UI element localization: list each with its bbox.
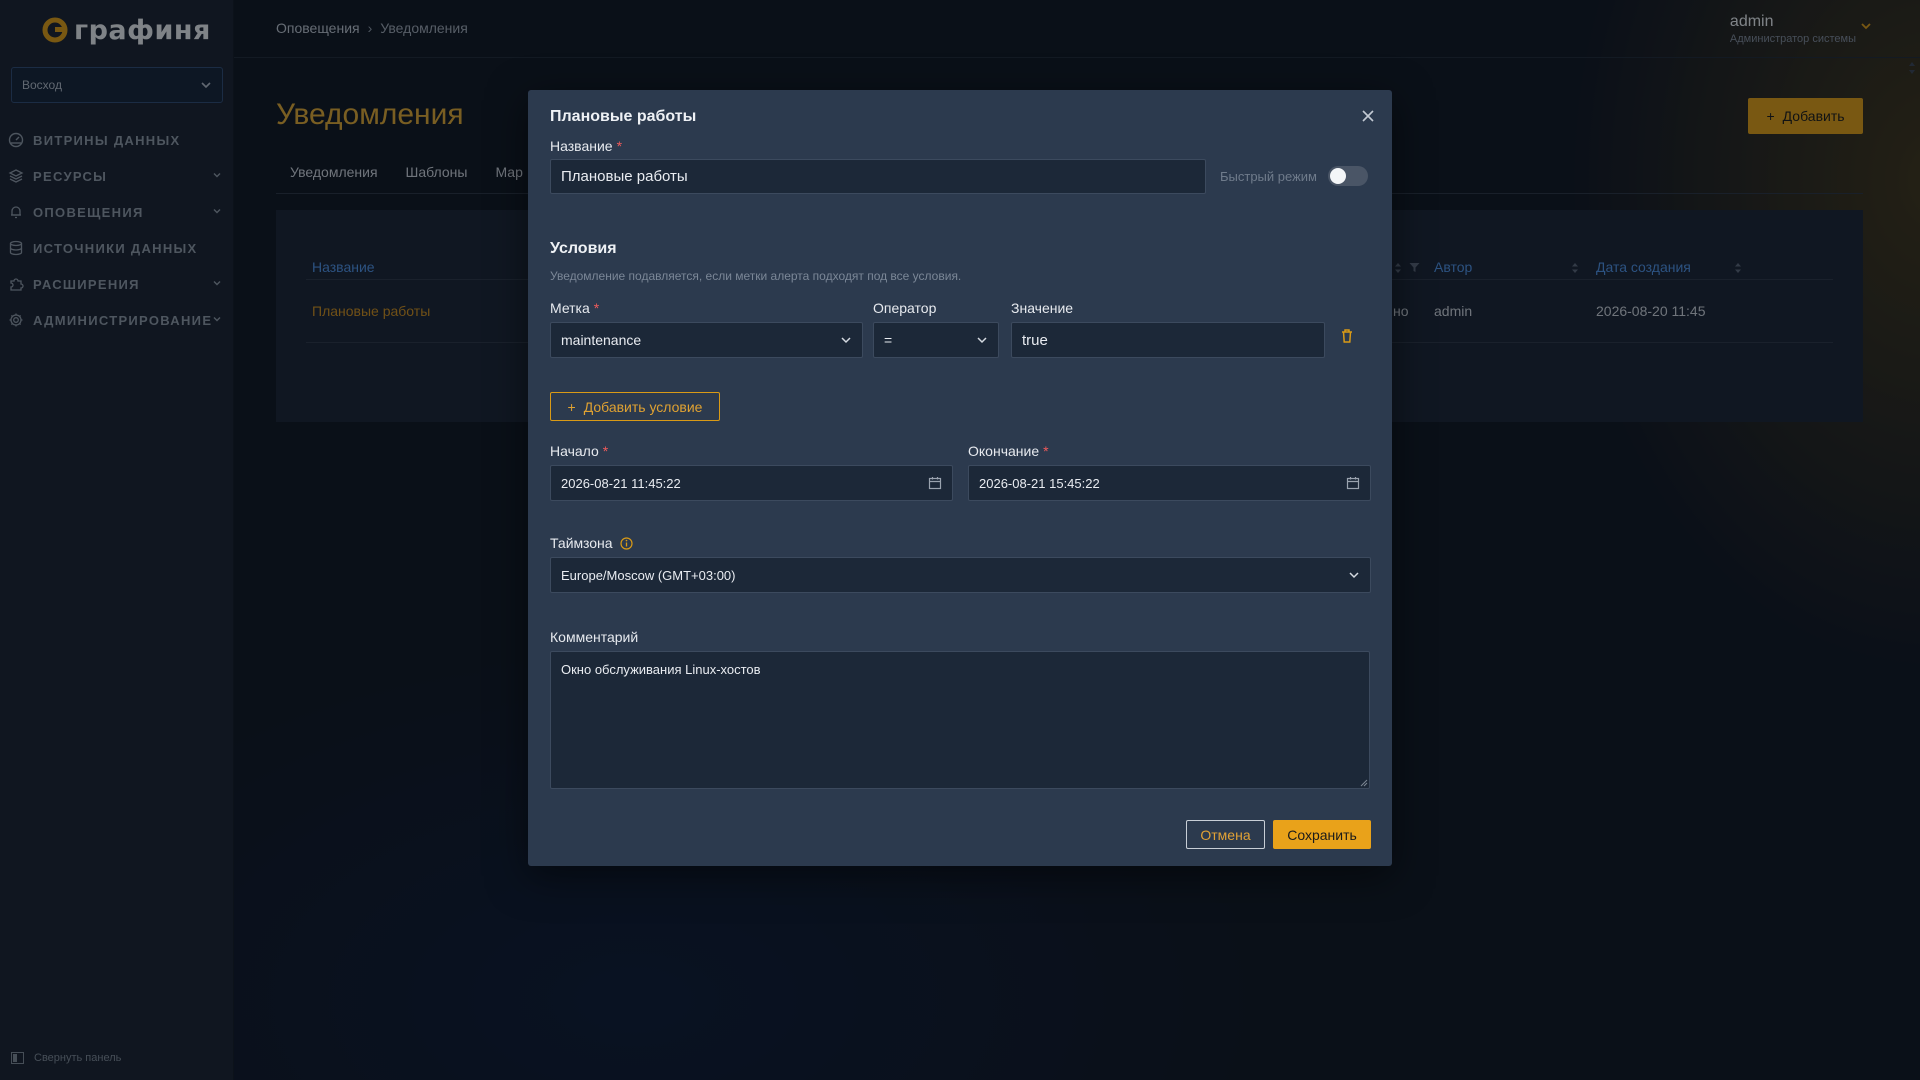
trash-icon[interactable] (1340, 328, 1354, 344)
start-datetime-value: 2026-08-21 11:45:22 (561, 475, 681, 491)
value-input[interactable]: true (1011, 322, 1325, 358)
value-input-value: true (1022, 331, 1048, 349)
start-datetime-input[interactable]: 2026-08-21 11:45:22 (550, 465, 953, 501)
operator-select-value: = (884, 332, 893, 348)
required-mark: * (616, 138, 623, 154)
plus-icon: + (567, 398, 576, 415)
save-button[interactable]: Сохранить (1273, 820, 1371, 849)
comment-textarea[interactable]: Окно обслуживания Linux-хостов (550, 651, 1370, 789)
close-icon[interactable] (1360, 108, 1376, 124)
fast-mode-label: Быстрый режим (1220, 169, 1317, 184)
fast-mode-toggle[interactable] (1328, 166, 1368, 186)
cancel-button[interactable]: Отмена (1186, 820, 1265, 849)
timezone-select[interactable]: Europe/Moscow (GMT+03:00) (550, 557, 1371, 593)
label-field-label: Метка * (550, 300, 599, 316)
timezone-label-text: Таймзона (550, 535, 613, 551)
required-mark: * (593, 300, 600, 316)
label-field-label-text: Метка (550, 300, 590, 316)
end-datetime-input[interactable]: 2026-08-21 15:45:22 (968, 465, 1371, 501)
resize-grip-icon[interactable] (1359, 778, 1368, 787)
timezone-select-value: Europe/Moscow (GMT+03:00) (561, 567, 736, 583)
operator-label: Оператор (873, 300, 937, 316)
chevron-down-icon (1349, 572, 1359, 579)
label-select-value: maintenance (561, 332, 642, 348)
conditions-title: Условия (550, 240, 617, 257)
chevron-down-icon (841, 337, 851, 344)
end-datetime-value: 2026-08-21 15:45:22 (979, 475, 1100, 491)
modal-title: Плановые работы (550, 108, 697, 125)
required-mark: * (602, 443, 609, 459)
name-label: Название * (550, 138, 622, 154)
label-select[interactable]: maintenance (550, 322, 863, 358)
name-input[interactable]: Плановые работы (550, 159, 1206, 194)
chevron-down-icon (977, 337, 987, 344)
info-icon[interactable] (620, 537, 634, 550)
calendar-icon[interactable] (928, 476, 942, 490)
conditions-description: Уведомление подавляется, если метки алер… (550, 269, 962, 283)
add-condition-button[interactable]: + Добавить условие (550, 392, 720, 421)
name-input-value: Плановые работы (561, 168, 688, 185)
required-mark: * (1043, 443, 1049, 459)
start-label: Начало * (550, 443, 608, 459)
operator-select[interactable]: = (873, 322, 999, 358)
start-label-text: Начало (550, 443, 599, 459)
name-label-text: Название (550, 138, 613, 154)
calendar-icon[interactable] (1346, 476, 1360, 490)
add-condition-label: Добавить условие (583, 398, 703, 415)
silence-modal: Плановые работы Название * Плановые работ… (528, 90, 1392, 866)
end-label: Окончание * (968, 443, 1049, 459)
timezone-label: Таймзона (550, 535, 634, 551)
toggle-knob (1330, 168, 1346, 184)
comment-label: Комментарий (550, 629, 639, 645)
end-label-text: Окончание (968, 443, 1040, 459)
value-label: Значение (1011, 300, 1074, 316)
